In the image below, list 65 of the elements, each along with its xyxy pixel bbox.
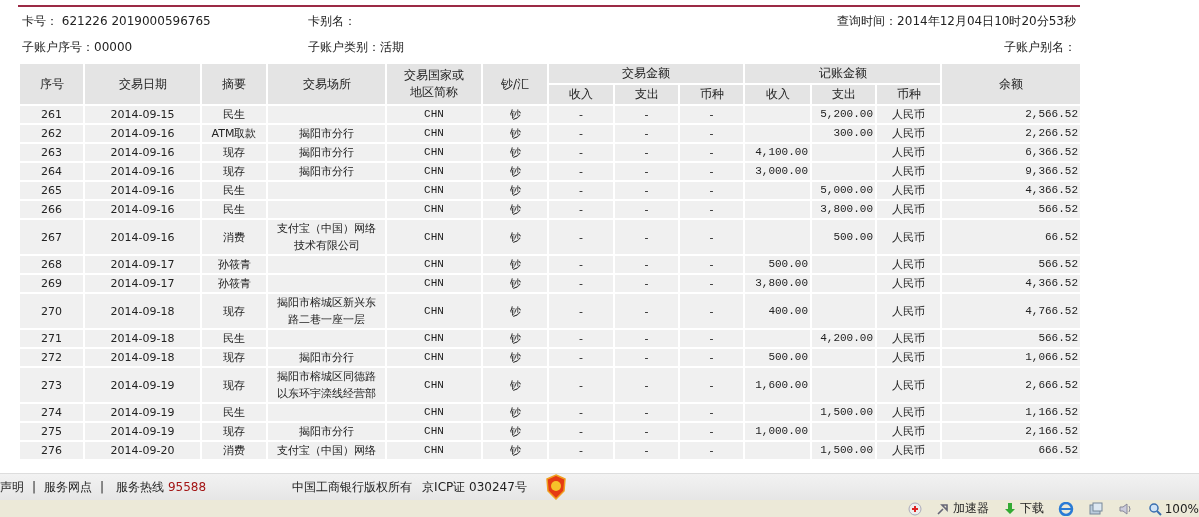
table-cell: 273 <box>19 367 84 403</box>
table-cell: 2014-09-18 <box>84 293 201 329</box>
separator: | <box>32 480 37 494</box>
speaker-icon[interactable] <box>1117 501 1134 516</box>
table-cell: 人民币 <box>876 367 941 403</box>
table-cell: - <box>548 219 614 255</box>
sub-account-alias: 子账户别名： <box>1004 38 1076 56</box>
column-header: 摘要 <box>201 63 267 105</box>
table-cell: - <box>679 367 744 403</box>
table-cell: 400.00 <box>744 293 811 329</box>
magnifier-icon <box>1147 501 1162 516</box>
column-header: 交易场所 <box>267 63 386 105</box>
table-cell: 2014-09-16 <box>84 219 201 255</box>
table-cell: 钞 <box>482 219 548 255</box>
table-cell: 2014-09-19 <box>84 367 201 403</box>
table-cell: 揭阳市榕城区新兴东 路二巷一座一层 <box>267 293 386 329</box>
zoom-button[interactable]: 100% <box>1147 501 1199 516</box>
separator: | <box>100 480 105 494</box>
table-cell: CHN <box>386 293 482 329</box>
table-cell: 钞 <box>482 367 548 403</box>
table-cell: - <box>679 293 744 329</box>
table-cell: - <box>614 367 679 403</box>
column-header: 钞/汇 <box>482 63 548 105</box>
table-cell: 人民币 <box>876 219 941 255</box>
footer-link[interactable]: 声明 <box>0 478 24 496</box>
column-header: 交易国家或 地区简称 <box>386 63 482 105</box>
table-cell: - <box>548 367 614 403</box>
table-cell: CHN <box>386 367 482 403</box>
table-cell: 揭阳市榕城区同德路 以东环宇滦线经营部 <box>267 367 386 403</box>
table-cell: 2,666.52 <box>941 367 1081 403</box>
accelerator-button[interactable]: 加速器 <box>935 500 989 517</box>
table-cell: 66.52 <box>941 219 1081 255</box>
table-cell: - <box>614 293 679 329</box>
windows-icon[interactable] <box>1087 501 1104 516</box>
table-cell: - <box>679 219 744 255</box>
table-cell: 支付宝（中国）网络 技术有限公司 <box>267 219 386 255</box>
column-header: 余额 <box>941 63 1081 105</box>
emblem-icon <box>544 474 567 500</box>
hotline: 服务热线 95588 <box>116 478 207 496</box>
table-cell: 钞 <box>482 293 548 329</box>
query-time: 查询时间：2014年12月04日10时20分53秒 <box>837 12 1076 30</box>
table-cell: 270 <box>19 293 84 329</box>
footer-link[interactable]: 服务网点 <box>44 478 93 496</box>
download-button[interactable]: 下载 <box>1002 500 1044 517</box>
sub-account-number: 子账户序号：00000 <box>22 38 134 56</box>
table-cell: 500.00 <box>811 219 876 255</box>
column-group-header: 交易金额 <box>548 63 744 84</box>
sub-account-type: 子账户类别：活期 <box>308 38 405 56</box>
table-cell: 1,600.00 <box>744 367 811 403</box>
card-number: 卡号： 621226 2019000596765 <box>22 12 212 30</box>
column-header: 交易日期 <box>84 63 201 105</box>
table-cell: 人民币 <box>876 293 941 329</box>
table-cell: - <box>614 219 679 255</box>
copyright-text: 中国工商银行版权所有 <box>292 478 413 496</box>
table-cell: 4,766.52 <box>941 293 1081 329</box>
table-cell: 267 <box>19 219 84 255</box>
column-group-header: 记账金额 <box>744 63 941 84</box>
card-alias: 卡别名： <box>308 12 357 30</box>
table-cell: - <box>548 293 614 329</box>
table-cell: 现存 <box>201 367 267 403</box>
table-cell: 现存 <box>201 293 267 329</box>
table-cell: CHN <box>386 219 482 255</box>
table-cell: 消费 <box>201 219 267 255</box>
column-header: 序号 <box>19 63 84 105</box>
icp-license: 京ICP证 030247号 <box>422 478 527 496</box>
